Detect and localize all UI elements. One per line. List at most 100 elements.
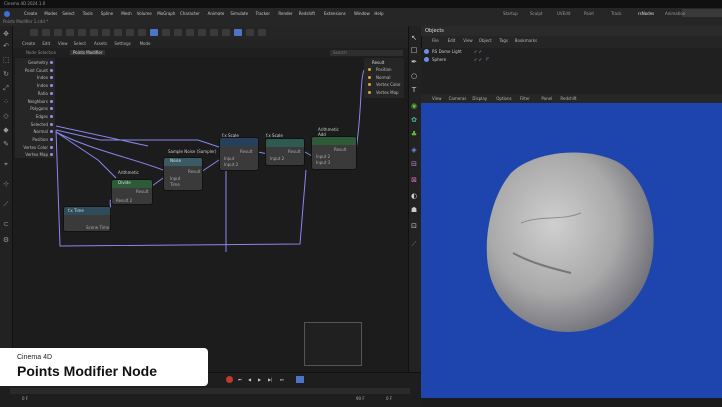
context-port[interactable]: Selected — [31, 122, 48, 127]
visibility-check-icon[interactable]: ✓ ✓ — [474, 49, 482, 54]
points-modifier-tag-icon[interactable]: ◸ — [486, 56, 489, 61]
context-port[interactable]: Neighbors — [28, 99, 48, 104]
text-icon[interactable]: T — [409, 86, 419, 94]
context-port[interactable]: Vertex Color — [23, 145, 48, 150]
first-frame-button[interactable]: ⏮ — [238, 377, 242, 382]
wire — [55, 125, 149, 147]
last-frame-button[interactable]: ⏭ — [280, 377, 284, 382]
object-row-label[interactable]: RS Dome Light — [432, 49, 462, 54]
object-list[interactable] — [421, 48, 722, 94]
start-frame[interactable]: 0 F — [22, 396, 28, 401]
node-scale-2-port: Input 2 — [270, 156, 285, 161]
field-icon[interactable]: ⊟ — [409, 160, 419, 168]
node-divide-subtitle: Divide — [118, 180, 131, 185]
viewport-menu-item[interactable]: Cameras — [449, 96, 467, 101]
result-port[interactable]: Normal — [376, 75, 390, 80]
viewport-menu-item[interactable]: Display — [472, 96, 487, 101]
visibility-check-icon[interactable]: ✓ ✓ — [474, 57, 482, 62]
cloner-icon[interactable]: ♣ — [409, 130, 419, 138]
port-dot[interactable] — [368, 68, 371, 71]
record-button[interactable] — [226, 376, 233, 383]
object-menu-item[interactable]: Object — [479, 38, 492, 43]
node-scale-port: Input 2 — [224, 162, 239, 167]
camera-icon[interactable]: ◐ — [409, 192, 419, 200]
context-port[interactable]: Point Count — [25, 68, 48, 73]
lower-third-title: Points Modifier Node — [17, 363, 157, 379]
port-dot[interactable] — [50, 99, 53, 103]
generator-icon[interactable]: ◉ — [409, 102, 419, 110]
noise-sphere-mesh — [486, 152, 654, 332]
lower-third-subtitle: Cinema 4D — [17, 354, 53, 361]
port-dot[interactable] — [50, 91, 53, 95]
deformer-icon[interactable]: ◈ — [409, 146, 419, 154]
object-manager-title: Objects — [425, 28, 444, 34]
node-minimap[interactable] — [304, 322, 362, 366]
context-port[interactable]: Position — [32, 137, 48, 142]
viewport-menu-item[interactable]: Redshift — [560, 96, 576, 101]
port-dot[interactable] — [50, 114, 53, 118]
light-icon — [424, 49, 429, 54]
port-dot[interactable] — [50, 61, 53, 64]
port-dot[interactable] — [368, 75, 371, 79]
cube-icon[interactable]: □ — [409, 46, 419, 54]
pen-icon[interactable]: ✒ — [409, 58, 419, 66]
port-dot[interactable] — [50, 68, 53, 72]
cursor-icon[interactable]: ↖ — [409, 34, 419, 42]
object-row-label[interactable]: Sphere — [432, 57, 446, 62]
port-dot[interactable] — [368, 83, 371, 86]
object-menu-item[interactable]: Bookmarks — [515, 38, 537, 43]
loop-button[interactable] — [296, 376, 304, 383]
object-menu-item[interactable]: Tags — [499, 38, 508, 43]
wire — [200, 157, 223, 173]
node-time-title: f.x Time — [68, 208, 84, 213]
viewport-menu-item[interactable]: Options — [496, 96, 511, 101]
node-scale-port: Input — [224, 156, 235, 161]
result-port[interactable]: Vertex Color — [376, 82, 401, 87]
object-menu-item[interactable]: File — [432, 38, 439, 43]
sphere-icon[interactable]: ○ — [409, 72, 419, 80]
context-port[interactable]: Ratio — [38, 91, 48, 96]
tag-icon[interactable]: ⊠ — [409, 176, 419, 184]
port-dot[interactable] — [368, 90, 371, 94]
object-menu-item[interactable]: Edit — [448, 38, 456, 43]
context-port[interactable]: Polygons — [30, 106, 48, 111]
object-menu-item[interactable]: View — [463, 38, 473, 43]
object-manager-header — [421, 26, 722, 36]
scene-icon[interactable]: ⊡ — [409, 222, 419, 230]
viewport-menu-item[interactable]: Filter — [520, 96, 530, 101]
play-button[interactable]: ▶ — [258, 377, 261, 382]
port-dot[interactable] — [50, 122, 53, 126]
mograph-icon[interactable]: ✿ — [409, 116, 419, 124]
sphere-render — [486, 152, 654, 332]
node-divide-title: Arithmetic — [118, 170, 139, 175]
context-port[interactable]: Normal — [34, 129, 48, 134]
node-noise-port: Time — [170, 182, 180, 187]
viewport-menu-item[interactable]: Panel — [541, 96, 552, 101]
wire — [355, 69, 365, 151]
result-port[interactable]: Position — [376, 67, 392, 72]
timeline-ruler[interactable] — [10, 388, 410, 394]
context-port[interactable]: Vertex Map — [25, 152, 48, 157]
port-dot[interactable] — [50, 145, 53, 149]
current-frame[interactable]: 0 F — [386, 396, 392, 401]
prev-frame-button[interactable]: ◀ — [248, 377, 251, 382]
sphere-icon — [424, 57, 429, 62]
node-noise-port: Input — [170, 176, 181, 181]
context-port[interactable]: Geometry — [28, 60, 48, 65]
node-add-subtitle: Add — [318, 132, 326, 137]
context-port[interactable]: Index — [37, 83, 48, 88]
node-scale-port: Result — [240, 149, 253, 154]
context-port[interactable]: Edges — [36, 114, 48, 119]
next-frame-button[interactable]: ▶| — [268, 377, 272, 382]
node-divide-port: Result 2 — [116, 198, 133, 203]
brush-icon[interactable]: ⟋ — [409, 240, 419, 248]
result-title: Result — [372, 60, 385, 65]
light-icon[interactable]: ☗ — [409, 206, 419, 214]
context-port[interactable]: Index — [37, 75, 48, 80]
wire — [304, 151, 313, 157]
viewport-menu-item[interactable]: View — [432, 96, 442, 101]
port-dot[interactable] — [50, 138, 53, 141]
result-port[interactable]: Vertex Map — [376, 90, 399, 95]
end-frame[interactable]: 90 F — [356, 396, 365, 401]
node-divide-port: Result — [136, 189, 149, 194]
